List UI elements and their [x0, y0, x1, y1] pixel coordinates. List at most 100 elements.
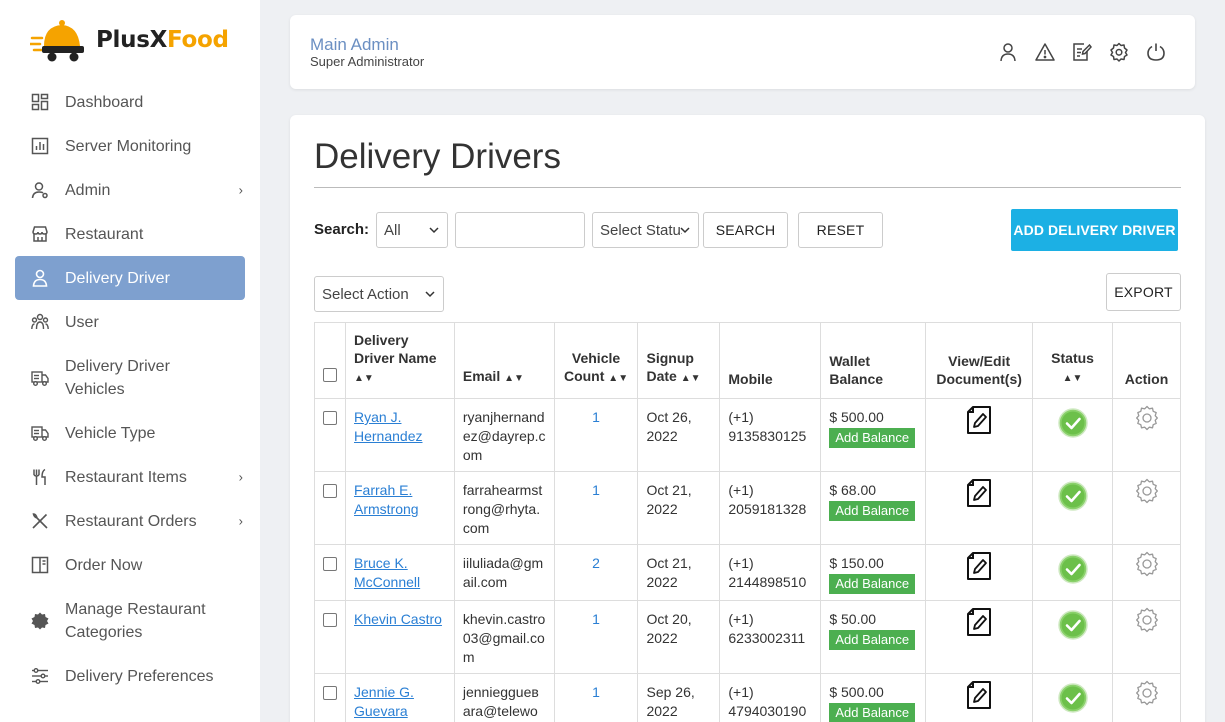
sliders-icon [31, 667, 49, 685]
status-active-check-icon[interactable] [1057, 481, 1088, 511]
col-header-label: Email [462, 368, 501, 384]
col-header-status[interactable]: Status ▲▼ [1032, 322, 1113, 399]
col-header-label: Action [1124, 371, 1169, 387]
row-select-cell [314, 600, 346, 674]
gear-icon[interactable] [1134, 478, 1160, 504]
sidebar-item-vehicle-type[interactable]: Vehicle Type [15, 411, 245, 455]
col-header-name[interactable]: Delivery Driver Name ▲▼ [345, 322, 455, 399]
driver-name-link[interactable]: Ryan J. Hernandez [354, 409, 423, 444]
add-balance-button[interactable]: Add Balance [829, 428, 916, 448]
driver-name-link[interactable]: Bruce K. McConnell [354, 555, 420, 590]
email-cell: khevin.castro03@gmail.com [453, 600, 555, 674]
vehicle-count-link[interactable]: 1 [592, 482, 600, 498]
col-header-label: Delivery Driver Name [354, 332, 437, 366]
settings-icon[interactable] [1108, 41, 1130, 63]
sidebar-item-user[interactable]: User [15, 300, 245, 344]
sort-icon: ▲▼ [1062, 373, 1083, 384]
sidebar-item-server-monitoring[interactable]: Server Monitoring [15, 124, 245, 168]
gear-icon[interactable] [1134, 607, 1160, 633]
badge-icon [31, 612, 49, 630]
status-select[interactable]: Select Status [592, 212, 699, 248]
email-text: farrahearmstrong@rhyta.com [462, 482, 543, 536]
add-balance-button[interactable]: Add Balance [829, 574, 916, 594]
sidebar-item-admin[interactable]: Admin › [15, 168, 245, 212]
sidebar-item-label: Delivery Driver Vehicles [65, 357, 170, 398]
vehicle-count-link[interactable]: 1 [592, 611, 600, 627]
sidebar-item-label: Delivery Preferences [65, 667, 214, 685]
sidebar-item-delivery-preferences[interactable]: Delivery Preferences [15, 654, 245, 698]
sidebar-item-restaurant[interactable]: Restaurant [15, 212, 245, 256]
truck-icon [31, 424, 49, 442]
sort-icon: ▲▼ [354, 373, 374, 384]
add-balance-button[interactable]: Add Balance [829, 630, 916, 650]
documents-cell [925, 673, 1034, 722]
col-header-email[interactable]: Email ▲▼ [453, 322, 555, 399]
sidebar-item-order-now[interactable]: Order Now [15, 543, 245, 587]
brand-name-part2: Food [167, 27, 229, 53]
col-header-signup-date[interactable]: Signup Date ▲▼ [637, 322, 721, 399]
col-header-vehicle-count[interactable]: Vehicle Count ▲▼ [553, 322, 639, 399]
sidebar-item-restaurant-orders[interactable]: Restaurant Orders › [15, 499, 245, 543]
export-button[interactable]: EXPORT [1106, 273, 1181, 311]
brand-logo[interactable]: PlusXFood [30, 16, 229, 64]
table-row: Ryan J. Hernandez ryanjhernandez@dayrep.… [314, 398, 1181, 472]
gear-icon[interactable] [1134, 405, 1160, 431]
driver-name-cell: Bruce K. McConnell [345, 544, 455, 601]
edit-note-icon[interactable] [1071, 41, 1093, 63]
status-active-check-icon[interactable] [1057, 683, 1088, 713]
gear-icon[interactable] [1134, 680, 1160, 706]
power-icon[interactable] [1145, 41, 1167, 63]
profile-icon[interactable] [997, 41, 1019, 63]
document-edit-icon[interactable] [966, 406, 992, 434]
mobile-text: (+1) 4794030190 [728, 684, 807, 719]
status-active-check-icon[interactable] [1057, 408, 1088, 438]
action-cell [1112, 600, 1181, 674]
sidebar-item-manage-restaurant-categories[interactable]: Manage Restaurant Categories [15, 587, 245, 654]
search-button[interactable]: SEARCH [703, 212, 788, 248]
vehicle-count-link[interactable]: 2 [592, 555, 600, 571]
dashboard-icon [31, 93, 49, 111]
reset-button[interactable]: RESET [798, 212, 883, 248]
wallet-balance-text: $ 500.00 [829, 684, 884, 700]
chevron-down-icon [425, 291, 435, 298]
row-checkbox[interactable] [323, 411, 337, 425]
driver-name-cell: Farrah E. Armstrong [345, 471, 455, 545]
driver-name-link[interactable]: Farrah E. Armstrong [354, 482, 419, 517]
row-checkbox[interactable] [323, 613, 337, 627]
action-cell [1112, 673, 1181, 722]
bulk-action-select[interactable]: Select Action [314, 276, 444, 312]
documents-cell [925, 600, 1034, 674]
vehicle-count-link[interactable]: 1 [592, 409, 600, 425]
select-all-checkbox[interactable] [323, 368, 337, 382]
sidebar-item-dashboard[interactable]: Dashboard [15, 80, 245, 124]
mobile-cell: (+1) 4794030190 [719, 673, 822, 722]
document-edit-icon[interactable] [966, 681, 992, 709]
gear-icon[interactable] [1134, 551, 1160, 577]
add-delivery-driver-button[interactable]: ADD DELIVERY DRIVER [1011, 209, 1178, 251]
vehicle-count-link[interactable]: 1 [592, 684, 600, 700]
driver-name-link[interactable]: Khevin Castro [354, 611, 442, 627]
sidebar-item-restaurant-items[interactable]: Restaurant Items › [15, 455, 245, 499]
sidebar-item-delivery-driver[interactable]: Delivery Driver [15, 256, 245, 300]
row-select-cell [314, 544, 346, 601]
add-balance-button[interactable]: Add Balance [829, 703, 916, 722]
wallet-balance-text: $ 68.00 [829, 482, 877, 498]
document-edit-icon[interactable] [966, 608, 992, 636]
document-edit-icon[interactable] [966, 552, 992, 580]
status-active-check-icon[interactable] [1057, 554, 1088, 584]
search-field-select[interactable]: All [376, 212, 448, 248]
sidebar-item-delivery-driver-vehicles[interactable]: Delivery Driver Vehicles [15, 344, 245, 411]
add-balance-button[interactable]: Add Balance [829, 501, 916, 521]
driver-name-link[interactable]: Jennie G. Guevara [354, 684, 414, 719]
document-edit-icon[interactable] [966, 479, 992, 507]
status-active-check-icon[interactable] [1057, 610, 1088, 640]
search-input[interactable] [455, 212, 585, 248]
row-checkbox[interactable] [323, 557, 337, 571]
admin-user-icon [31, 181, 49, 199]
sidebar-item-label: Dashboard [65, 93, 144, 111]
chart-icon [31, 137, 49, 155]
warning-icon[interactable] [1034, 41, 1056, 63]
sidebar: PlusXFood Dashboard Server Monitoring Ad… [0, 0, 260, 722]
row-checkbox[interactable] [323, 686, 337, 700]
row-checkbox[interactable] [323, 484, 337, 498]
